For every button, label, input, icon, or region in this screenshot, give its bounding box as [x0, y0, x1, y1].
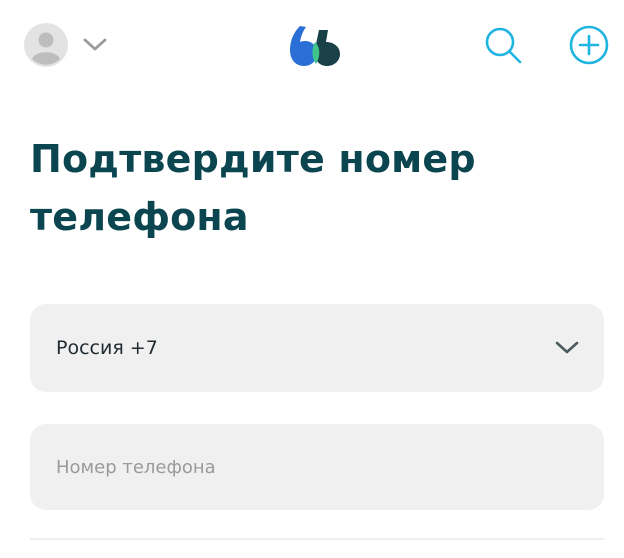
chevron-down-icon — [83, 38, 107, 51]
plus-circle-icon[interactable] — [568, 24, 610, 66]
country-select-value: Россия +7 — [56, 337, 158, 359]
page-title: Подтвердите номер телефона — [30, 137, 476, 239]
country-code-select[interactable]: Россия +7 — [30, 304, 604, 392]
top-bar — [0, 0, 624, 90]
search-icon[interactable] — [482, 24, 524, 66]
chevron-down-icon — [555, 341, 579, 354]
account-menu-button[interactable] — [24, 22, 124, 68]
phone-number-input[interactable] — [30, 424, 604, 510]
divider — [30, 538, 604, 540]
phone-confirm-screen: Подтвердите номер телефона Россия +7 — [0, 0, 624, 558]
logo-icon — [290, 26, 340, 66]
user-avatar-icon — [24, 23, 68, 67]
